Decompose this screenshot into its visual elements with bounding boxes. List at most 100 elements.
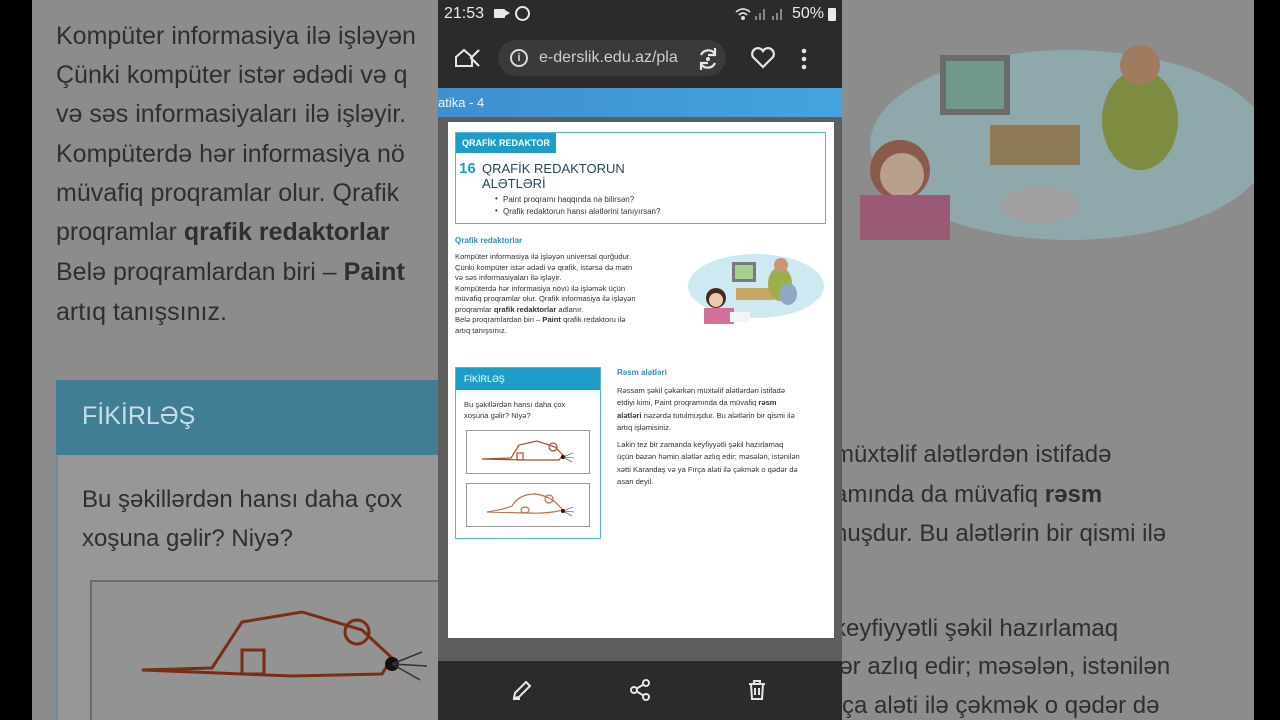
text-bold: alətləri	[617, 410, 642, 420]
screen: Kompüter informasiya ilə işləyən Çünki k…	[0, 0, 1280, 720]
paragraph-line: proqramlar qrafik redaktorlar adlanır.	[455, 305, 685, 316]
text-bold: qrafik redaktorlar	[493, 304, 557, 314]
book-header: atika - 4	[438, 88, 842, 117]
video-icon	[494, 9, 510, 18]
bg-mouse-drawing	[90, 580, 440, 720]
bg-text-bold: qrafik redaktorlar	[183, 218, 390, 246]
menu-icon[interactable]	[800, 48, 808, 70]
bg-text-part: Belə proqramlardan biri –	[56, 258, 344, 286]
address-bar[interactable]: i e-derslik.edu.az/pla	[498, 40, 726, 76]
section-paragraph: Rəssam şəkil çəkərkən müxtəlif alətlərdə…	[617, 385, 829, 434]
background-right: müxtəlif alətlərdən istifadə amında da m…	[840, 0, 1254, 720]
battery-icon	[828, 8, 836, 21]
text-part: nəzərdə tutulmuşdur. Bu alətlərin bir qi…	[641, 410, 795, 420]
signal-icon	[772, 9, 782, 20]
bg-text-bold: Paint	[343, 258, 405, 286]
browser-toolbar: i e-derslik.edu.az/pla	[438, 30, 842, 88]
mouse-drawing-2	[466, 483, 590, 527]
paragraph-line: Belə proqramlardan biri – Paint qrafik r…	[455, 315, 685, 326]
bottom-toolbar	[438, 661, 842, 720]
bg-text-line: artıq tanışsınız.	[56, 298, 227, 326]
lesson-title-line: QRAFİK REDAKTORUN	[482, 161, 625, 176]
edit-icon[interactable]	[510, 678, 534, 702]
text-part: proqramlar	[455, 304, 494, 314]
mouse-drawing-1	[466, 430, 590, 474]
bg-text-line: və səs informasiyaları ilə işləyir.	[56, 100, 407, 128]
lesson-tag: QRAFİK REDAKTOR	[456, 133, 556, 153]
bg-text-line: Çünki kompüter istər ədədi və q	[56, 61, 408, 89]
bg-text-bold: rəsm	[1044, 481, 1103, 508]
text-part: adlanır.	[556, 304, 584, 314]
paragraph-line: artıq işləmisiniz.	[617, 422, 672, 432]
paragraph-line: Rəssam şəkil çəkərkən müxtəlif alətlərdə…	[617, 386, 785, 395]
lesson-number: 16	[459, 160, 476, 177]
section-heading: Rəsm alətləri	[617, 368, 667, 377]
bg-text-part: proqramlar	[56, 218, 184, 246]
whatsapp-icon	[515, 6, 530, 21]
bg-fikirles-header: FİKİRLƏŞ	[56, 380, 440, 455]
fikirles-question: Bu şəkillərdən hansı daha çox xoşuna gəl…	[464, 400, 594, 421]
bg-text-line: amında da müvafiq rəsm	[840, 481, 1102, 509]
lesson-question: Qrafik redaktorun hansı alətlərini tanıy…	[495, 206, 660, 216]
bg-illustration-icon	[860, 45, 1254, 240]
paragraph-line: Kompüter informasiya ilə işləyən univers…	[455, 252, 632, 261]
paragraph-line: Çünki kompüter istər ədədi və qrafik, is…	[455, 262, 633, 272]
lesson-title-line: ALƏTLƏRİ	[482, 176, 546, 191]
paragraph-line: Lakin tez bir zamanda keyfiyyətli şəkil …	[617, 440, 784, 449]
fikirles-header: FİKİRLƏŞ	[456, 368, 600, 390]
heart-icon[interactable]	[750, 46, 776, 70]
status-bar: 21:53 50%	[438, 0, 842, 30]
mouse-drawing-icon	[481, 440, 575, 463]
info-icon[interactable]: i	[510, 49, 528, 67]
text-bold: rəsm	[758, 398, 777, 408]
lesson-title: QRAFİK REDAKTORUN ALƏTLƏRİ	[482, 161, 682, 191]
bg-text-line: müxtəlif alətlərdən istifadə	[840, 441, 1112, 468]
text-part: Belə proqramlardan biri –	[455, 315, 543, 324]
book-title: atika - 4	[438, 95, 485, 110]
bg-text-line: müvafiq proqramlar olur. Qrafik	[56, 179, 400, 207]
lesson-box: QRAFİK REDAKTOR 16 QRAFİK REDAKTORUN ALƏ…	[455, 132, 826, 224]
phone-screen: 21:53 50% i e-derslik.edu.az/pla atika -…	[438, 0, 842, 720]
clock: 21:53	[444, 5, 485, 22]
bg-text-line: proqramlar qrafik redaktorlar	[56, 218, 389, 247]
paragraph-line: xətti Karandaş və ya Fırça aləti ilə çək…	[617, 464, 798, 474]
bg-text-line: lər azlıq edir; məsələn, istənilən	[840, 653, 1171, 680]
paragraph-line: və səs informasiyaları ilə işləyir.	[455, 273, 562, 282]
paragraph-line: artıq tanışsınız.	[455, 325, 507, 335]
question-line: xoşuna gəlir? Niyə?	[464, 410, 531, 420]
wifi-icon	[735, 8, 751, 20]
bg-fikirles-title: FİKİRLƏŞ	[82, 402, 196, 430]
battery-percent: 50%	[792, 5, 825, 22]
section-paragraph: Kompüter informasiya ilə işləyən univers…	[455, 252, 685, 336]
back-icon[interactable]	[466, 47, 486, 69]
text-part: qrafik redaktoru ilə	[560, 315, 626, 324]
text-part: etdiyi kimi, Paint proqramında da müvafi…	[617, 398, 759, 408]
bg-text-line: Belə proqramlardan biri – Paint	[56, 258, 405, 287]
book-page: QRAFİK REDAKTOR 16 QRAFİK REDAKTORUN ALƏ…	[448, 122, 834, 638]
bg-text-line: nuşdur. Bu alətlərin bir qismi ilə	[840, 520, 1167, 547]
section-heading: Qrafik redaktorlar	[455, 236, 523, 245]
paragraph-line: müvafiq proqramlar olur. Qrafik informas…	[455, 294, 636, 303]
section-paragraph: Lakin tez bir zamanda keyfiyyətli şəkil …	[617, 439, 829, 488]
share-icon[interactable]	[628, 678, 652, 702]
bg-text-line: keyfiyyətli şəkil hazırlamaq	[840, 615, 1119, 642]
paragraph-line: üçün bəzən həmin alətlər azlıq edir; məs…	[617, 452, 800, 462]
question-line: Bu şəkillərdən hansı daha çox	[464, 400, 566, 409]
signal-icon	[755, 9, 765, 20]
bg-text-line: rça aləti ilə çəkmək o qədər də	[840, 692, 1160, 719]
paragraph-line: Kompüterdə hər informasiya növü ilə işlə…	[455, 283, 626, 293]
reload-icon[interactable]	[694, 45, 722, 73]
bg-question-line: Bu şəkillərdən hansı daha çox	[82, 486, 403, 513]
bg-text-line: Kompüterdə hər informasiya nö	[56, 140, 405, 168]
children-computer-illustration	[688, 254, 824, 324]
bg-text-line: Kompüter informasiya ilə işləyən	[56, 22, 416, 50]
lesson-question: Paint proqramı haqqında nə bilirsən?	[495, 194, 634, 204]
fikirles-box: FİKİRLƏŞ Bu şəkillərdən hansı daha çox x…	[455, 367, 601, 539]
delete-icon[interactable]	[745, 678, 769, 702]
background-left: Kompüter informasiya ilə işləyən Çünki k…	[32, 0, 440, 720]
mouse-drawing-icon	[486, 493, 575, 517]
bg-question-line: xoşuna gəlir? Niyə?	[82, 525, 293, 552]
url-text[interactable]: e-derslik.edu.az/pla	[539, 49, 719, 67]
paragraph-line: asan deyil.	[617, 476, 654, 486]
text-bold: Paint	[542, 315, 561, 324]
